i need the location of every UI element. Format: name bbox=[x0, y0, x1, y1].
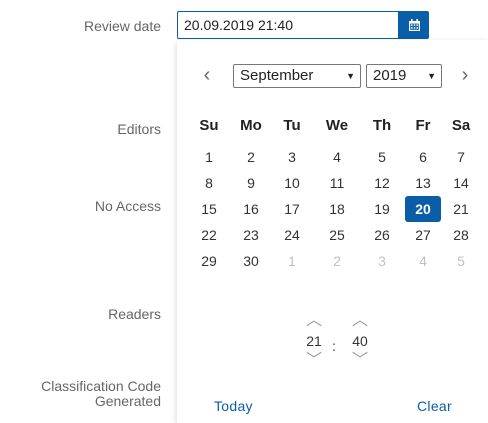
calendar-day[interactable]: 28 bbox=[443, 222, 479, 248]
calendar-day[interactable]: 19 bbox=[364, 196, 400, 222]
editors-label: Editors bbox=[117, 121, 161, 137]
calendar-day[interactable]: 15 bbox=[191, 196, 227, 222]
weekday-label: Mo bbox=[240, 117, 262, 134]
calendar-day[interactable]: 5 bbox=[364, 144, 400, 170]
weekday-label: Tu bbox=[283, 117, 301, 134]
calendar-day-other-month[interactable]: 5 bbox=[443, 248, 479, 274]
weekday-label: Su bbox=[199, 117, 219, 134]
weekday-label: We bbox=[325, 117, 349, 134]
calendar-day[interactable]: 17 bbox=[274, 196, 310, 222]
calendar-day-selected[interactable]: 20 bbox=[405, 196, 441, 222]
classification-code-generated-label: Classification Code Generated bbox=[41, 379, 161, 409]
calendar-day[interactable]: 10 bbox=[274, 170, 310, 196]
calendar-day[interactable]: 3 bbox=[274, 144, 310, 170]
hour-up-icon[interactable]: ︿ bbox=[294, 312, 334, 330]
dropdown-arrow-icon: ▼ bbox=[427, 71, 436, 81]
month-select-value: September bbox=[240, 67, 314, 84]
calendar-day[interactable]: 7 bbox=[443, 144, 479, 170]
review-date-label: Review date bbox=[83, 18, 161, 34]
next-month-icon[interactable]: › bbox=[455, 64, 475, 88]
calendar-day[interactable]: 27 bbox=[405, 222, 441, 248]
hour-picker: ︿ 21 ﹀ bbox=[294, 312, 334, 370]
month-select[interactable]: September ▼ bbox=[233, 64, 361, 88]
calendar-day[interactable]: 16 bbox=[233, 196, 269, 222]
calendar-day[interactable]: 26 bbox=[364, 222, 400, 248]
weekday-label: Fr bbox=[415, 117, 431, 134]
no-access-label: No Access bbox=[94, 198, 161, 214]
calendar-day[interactable]: 8 bbox=[191, 170, 227, 196]
classification-label-line1: Classification Code bbox=[41, 378, 161, 394]
calendar-day[interactable]: 12 bbox=[364, 170, 400, 196]
calendar-day[interactable]: 22 bbox=[191, 222, 227, 248]
calendar-day[interactable]: 30 bbox=[233, 248, 269, 274]
minute-down-icon[interactable]: ﹀ bbox=[340, 352, 380, 370]
prev-month-icon[interactable]: ‹ bbox=[197, 64, 217, 88]
minute-value[interactable]: 40 bbox=[340, 330, 380, 352]
calendar-day[interactable]: 11 bbox=[319, 170, 355, 196]
clear-button[interactable]: Clear bbox=[417, 398, 452, 414]
calendar-day[interactable]: 6 bbox=[405, 144, 441, 170]
time-separator: : bbox=[332, 338, 336, 354]
weekday-label: Th bbox=[372, 117, 392, 134]
calendar-day-other-month[interactable]: 2 bbox=[319, 248, 355, 274]
datepicker-popup: ‹ September ▼ 2019 ▼ › Su Mo Tu We Th Fr Sa 12… bbox=[177, 40, 488, 423]
calendar-day[interactable]: 18 bbox=[319, 196, 355, 222]
minute-picker: ︿ 40 ﹀ bbox=[340, 312, 380, 370]
calendar-day[interactable]: 13 bbox=[405, 170, 441, 196]
calendar-day[interactable]: 21 bbox=[443, 196, 479, 222]
calendar-day[interactable]: 4 bbox=[319, 144, 355, 170]
calendar-day[interactable]: 9 bbox=[233, 170, 269, 196]
classification-label-line2: Generated bbox=[94, 393, 161, 409]
year-select-value: 2019 bbox=[373, 67, 407, 84]
review-date-input[interactable]: 20.09.2019 21:40 bbox=[177, 11, 399, 39]
weekday-label: Sa bbox=[451, 117, 471, 134]
readers-label: Readers bbox=[108, 306, 161, 322]
dropdown-arrow-icon: ▼ bbox=[346, 71, 355, 81]
minute-up-icon[interactable]: ︿ bbox=[340, 312, 380, 330]
hour-down-icon[interactable]: ﹀ bbox=[294, 352, 334, 370]
today-button[interactable]: Today bbox=[214, 398, 253, 414]
calendar-button[interactable] bbox=[399, 11, 429, 39]
calendar-day[interactable]: 14 bbox=[443, 170, 479, 196]
calendar-day[interactable]: 25 bbox=[319, 222, 355, 248]
calendar-day[interactable]: 24 bbox=[274, 222, 310, 248]
calendar-day-other-month[interactable]: 3 bbox=[364, 248, 400, 274]
calendar-day-other-month[interactable]: 1 bbox=[274, 248, 310, 274]
year-select[interactable]: 2019 ▼ bbox=[366, 64, 442, 88]
hour-value[interactable]: 21 bbox=[294, 330, 334, 352]
calendar-day[interactable]: 2 bbox=[233, 144, 269, 170]
calendar-day[interactable]: 1 bbox=[191, 144, 227, 170]
calendar-icon bbox=[408, 19, 420, 31]
calendar-day[interactable]: 23 bbox=[233, 222, 269, 248]
calendar-day-other-month[interactable]: 4 bbox=[405, 248, 441, 274]
calendar-day[interactable]: 29 bbox=[191, 248, 227, 274]
